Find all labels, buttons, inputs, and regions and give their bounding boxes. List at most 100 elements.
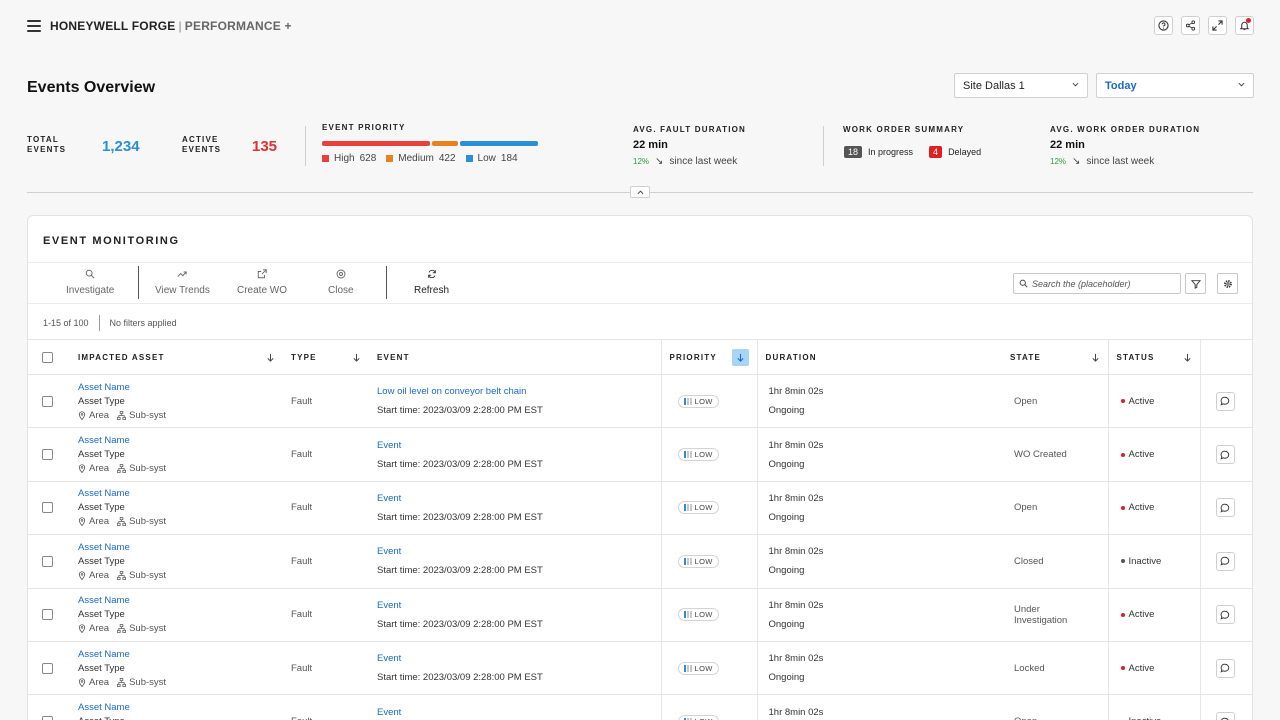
location-icon bbox=[78, 517, 86, 527]
collapse-summary-button[interactable] bbox=[630, 186, 650, 198]
filter-button[interactable] bbox=[1185, 273, 1206, 294]
sort-active-button[interactable] bbox=[731, 348, 749, 366]
row-checkbox[interactable] bbox=[42, 502, 53, 514]
actions-cell bbox=[1199, 427, 1252, 482]
comment-button[interactable] bbox=[1215, 498, 1235, 518]
column-header-duration[interactable]: DURATION bbox=[756, 339, 1002, 375]
priority-level-icon bbox=[683, 504, 692, 512]
create-wo-button[interactable]: Create WO bbox=[237, 269, 287, 299]
work-order-summary-label: WORK ORDER SUMMARY bbox=[843, 125, 965, 134]
comment-button[interactable] bbox=[1215, 551, 1235, 571]
date-select[interactable]: Today bbox=[1096, 73, 1254, 98]
row-checkbox[interactable] bbox=[42, 395, 53, 407]
search-box[interactable] bbox=[1013, 273, 1181, 294]
comment-button[interactable] bbox=[1215, 712, 1235, 720]
asset-name-link[interactable]: Asset Name bbox=[78, 595, 283, 606]
status-cell: Inactive bbox=[1107, 534, 1200, 589]
menu-icon[interactable] bbox=[27, 20, 41, 32]
asset-area-label: Area bbox=[89, 463, 110, 475]
row-checkbox[interactable] bbox=[42, 609, 53, 621]
table-row[interactable]: Asset NameAsset TypeAreaSub-systFaultEve… bbox=[28, 534, 1252, 589]
asset-name-link[interactable]: Asset Name bbox=[78, 649, 283, 660]
share-button[interactable] bbox=[1181, 16, 1200, 35]
asset-name-link[interactable]: Asset Name bbox=[78, 702, 283, 713]
event-link[interactable]: Low oil level on conveyor belt chain bbox=[377, 386, 661, 397]
status-label: Inactive bbox=[1129, 716, 1162, 720]
asset-name-link[interactable]: Asset Name bbox=[78, 542, 283, 553]
priority-badge: LOW bbox=[677, 501, 719, 515]
asset-meta: Area Sub-syst bbox=[78, 410, 283, 421]
priority-badge-label: LOW bbox=[694, 663, 713, 673]
asset-name-link[interactable]: Asset Name bbox=[78, 435, 283, 446]
state-value: Open bbox=[1014, 716, 1037, 720]
status-dot bbox=[1120, 666, 1125, 671]
comment-button[interactable] bbox=[1215, 658, 1235, 678]
comment-button[interactable] bbox=[1215, 445, 1235, 465]
priority-badge-label: LOW bbox=[694, 450, 713, 460]
event-header-label: EVENT bbox=[377, 352, 410, 362]
row-checkbox[interactable] bbox=[42, 662, 53, 674]
comment-button[interactable] bbox=[1215, 605, 1235, 625]
priority-badge: LOW bbox=[677, 554, 719, 568]
column-header-state[interactable]: STATE bbox=[1002, 339, 1108, 375]
trend-down-icon: ↘ bbox=[1072, 156, 1081, 167]
sort-down-icon[interactable] bbox=[1091, 353, 1100, 362]
event-link[interactable]: Event bbox=[377, 653, 661, 664]
status-badge: Active bbox=[1120, 502, 1200, 513]
notifications-button[interactable] bbox=[1235, 16, 1254, 35]
site-select[interactable]: Site Dallas 1 bbox=[954, 73, 1088, 98]
filter-icon bbox=[1190, 279, 1201, 289]
comment-button[interactable] bbox=[1215, 391, 1235, 411]
row-select-cell bbox=[28, 427, 70, 482]
help-button[interactable] bbox=[1154, 16, 1173, 35]
expand-button[interactable] bbox=[1208, 16, 1227, 35]
table-row[interactable]: Asset NameAsset TypeAreaSub-systFaultEve… bbox=[28, 427, 1252, 482]
row-select-cell bbox=[28, 374, 70, 429]
asset-cell: Asset Name Asset Type Area Sub-syst bbox=[70, 481, 283, 536]
event-link[interactable]: Event bbox=[377, 546, 661, 557]
sort-down-icon[interactable] bbox=[352, 353, 361, 362]
column-header-event[interactable]: EVENT bbox=[369, 339, 661, 375]
event-link[interactable]: Event bbox=[377, 440, 661, 451]
table-row[interactable]: Asset Name Asset Type Area Sub-syst Fault Low… bbox=[28, 374, 1252, 429]
table-row[interactable]: Asset NameAsset TypeAreaSub-systFaultEve… bbox=[28, 588, 1252, 642]
investigate-button[interactable]: Investigate bbox=[66, 269, 114, 299]
row-select-cell bbox=[28, 534, 70, 589]
avg-wo-duration-trend-text: since last week bbox=[1086, 156, 1155, 167]
search-input[interactable] bbox=[1032, 278, 1172, 289]
column-header-priority[interactable]: PRIORITY bbox=[660, 339, 757, 375]
event-link[interactable]: Event bbox=[377, 600, 661, 611]
asset-cell: Asset Name Asset Type Area Sub-syst bbox=[70, 641, 283, 696]
duration-cell: 1hr 8min 02s Ongoing bbox=[756, 588, 1002, 642]
event-link[interactable]: Event bbox=[377, 493, 661, 504]
results-summary: 1-15 of 100 No filters applied bbox=[43, 315, 177, 331]
duration-value: 1hr 8min 02s bbox=[768, 706, 824, 718]
table-row[interactable]: Asset NameAsset TypeAreaSub-systFaultEve… bbox=[28, 481, 1252, 536]
view-trends-button[interactable]: View Trends bbox=[155, 269, 210, 299]
chat-icon bbox=[1220, 557, 1230, 567]
close-button[interactable]: Close bbox=[328, 269, 354, 299]
row-checkbox[interactable] bbox=[42, 716, 53, 720]
hierarchy-icon bbox=[117, 464, 126, 473]
sort-down-icon[interactable] bbox=[1183, 353, 1192, 362]
select-all-checkbox[interactable] bbox=[42, 351, 53, 363]
hierarchy-icon bbox=[117, 410, 126, 420]
column-header-status[interactable]: STATUS bbox=[1107, 339, 1200, 375]
row-checkbox[interactable] bbox=[42, 449, 53, 461]
sort-down-icon[interactable] bbox=[266, 353, 275, 362]
asset-name-link[interactable]: Asset Name bbox=[78, 382, 283, 393]
column-header-asset[interactable]: IMPACTED ASSET bbox=[70, 339, 283, 375]
table-row[interactable]: Asset NameAsset TypeAreaSub-systFaultEve… bbox=[28, 641, 1252, 696]
row-checkbox[interactable] bbox=[42, 555, 53, 567]
refresh-button[interactable]: Refresh bbox=[414, 269, 449, 299]
asset-meta: Area Sub-syst bbox=[78, 516, 283, 527]
legend-high: High 628 bbox=[322, 153, 376, 164]
table-row[interactable]: Asset NameAsset TypeAreaSub-systFaultEve… bbox=[28, 694, 1252, 720]
priority-level-icon bbox=[683, 397, 692, 405]
asset-name-link[interactable]: Asset Name bbox=[78, 488, 283, 499]
column-header-type[interactable]: TYPE bbox=[283, 339, 369, 375]
settings-button[interactable] bbox=[1217, 273, 1238, 294]
help-icon bbox=[1158, 20, 1169, 31]
event-link[interactable]: Event bbox=[377, 707, 661, 718]
product-name: PERFORMANCE bbox=[184, 19, 281, 33]
